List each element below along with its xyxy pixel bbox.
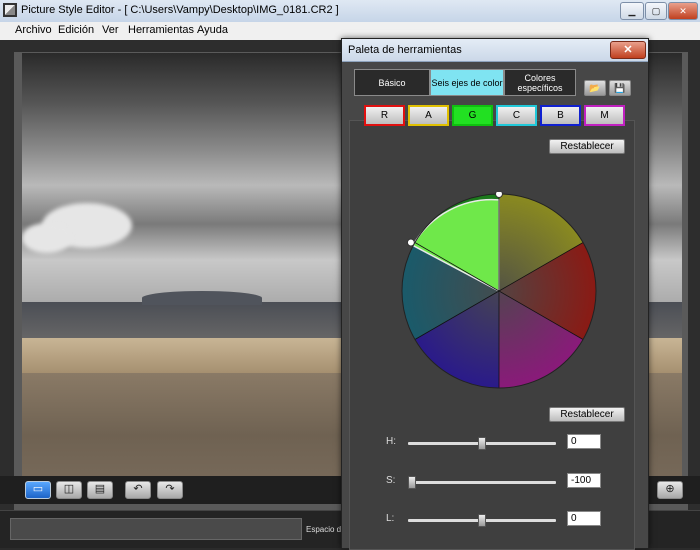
palette-body: Básico Seis ejes de color Colores especí… (342, 62, 648, 550)
color-button-label: C (512, 110, 521, 121)
rotate-left-button[interactable]: ↶ (125, 481, 151, 499)
split-view-icon: ◫ (63, 483, 75, 495)
maximize-button[interactable]: ▢ (645, 2, 667, 20)
status-field (10, 518, 302, 540)
app-logo-icon (3, 3, 17, 17)
photo-sky (648, 53, 682, 329)
color-button-label: B (557, 110, 564, 121)
saturation-value-field[interactable] (567, 473, 601, 488)
palette-titlebar: Paleta de herramientas ✕ (342, 39, 648, 62)
photo-mountain-peak (142, 291, 262, 305)
color-button-b[interactable]: B (540, 105, 581, 126)
palette-close-button[interactable]: ✕ (610, 41, 646, 59)
photo-field (648, 337, 682, 374)
horizontal-view-icon: ▤ (94, 483, 106, 495)
wheel-handle-left[interactable] (406, 238, 415, 247)
window-title: Picture Style Editor - [ C:\Users\Vampy\… (21, 4, 339, 16)
tab-label: Básico (378, 77, 406, 88)
single-view-icon: ▭ (32, 483, 44, 495)
window-titlebar: Picture Style Editor - [ C:\Users\Vampy\… (0, 0, 700, 23)
saturation-label: S: (386, 475, 396, 486)
menu-edicion[interactable]: Edición (58, 24, 94, 36)
hue-slider-thumb[interactable] (478, 437, 486, 450)
menu-ayuda[interactable]: Ayuda (197, 24, 228, 36)
close-button[interactable]: ✕ (668, 2, 698, 20)
tab-basico[interactable]: Básico (354, 69, 430, 96)
color-button-r[interactable]: R (364, 105, 405, 126)
palette-title: Paleta de herramientas (348, 44, 462, 56)
tab-seis-ejes-de-color[interactable]: Seis ejes de color (430, 69, 504, 96)
saturation-slider[interactable] (408, 476, 556, 489)
open-folder-icon: 📂 (589, 83, 601, 93)
color-button-m[interactable]: M (584, 105, 625, 126)
view-horizontal-button[interactable]: ▤ (87, 481, 113, 499)
maximize-icon: ▢ (651, 6, 661, 16)
photo-preview-right (648, 53, 682, 498)
color-button-label: M (600, 110, 609, 121)
view-single-button[interactable]: ▭ (25, 481, 51, 499)
minimize-button[interactable]: ▁ (620, 2, 644, 20)
color-button-a[interactable]: A (408, 105, 449, 126)
wheel-handle-top[interactable] (495, 192, 503, 198)
save-file-button[interactable]: 💾 (609, 80, 631, 96)
close-icon: ✕ (679, 6, 687, 16)
luminance-slider[interactable] (408, 514, 556, 527)
luminance-slider-thumb[interactable] (478, 514, 486, 527)
hue-value-field[interactable] (567, 434, 601, 449)
reset-sliders-button[interactable]: Restablecer (549, 407, 625, 422)
color-wheel[interactable] (400, 192, 598, 390)
rotate-right-button[interactable]: ↷ (157, 481, 183, 499)
tab-label: Colores específicos (517, 72, 563, 93)
photo-sky (22, 53, 344, 329)
luminance-label: L: (386, 513, 395, 524)
minimize-icon: ▁ (628, 6, 636, 16)
reset-wheel-button[interactable]: Restablecer (549, 139, 625, 154)
color-button-label: A (425, 110, 432, 121)
zoom-icon: ⊕ (665, 483, 675, 495)
menu-ver[interactable]: Ver (102, 24, 119, 36)
saturation-slider-thumb[interactable] (408, 476, 416, 489)
menu-herramientas[interactable]: Herramientas (128, 24, 194, 36)
hue-slider[interactable] (408, 437, 556, 450)
menu-archivo[interactable]: Archivo (15, 24, 52, 36)
wheel-sectors (401, 193, 597, 389)
zoom-in-button[interactable]: ⊕ (657, 481, 683, 499)
tab-label: Seis ejes de color (431, 77, 503, 88)
load-file-button[interactable]: 📂 (584, 80, 606, 96)
photo-field (22, 337, 344, 374)
photo-cloud (22, 223, 72, 253)
tab-colores-especificos[interactable]: Colores específicos (504, 69, 576, 96)
tool-palette: Paleta de herramientas ✕ Básico Seis eje… (341, 38, 649, 550)
hue-label: H: (386, 436, 396, 447)
color-button-c[interactable]: C (496, 105, 537, 126)
save-icon: 💾 (614, 83, 626, 93)
rotate-left-icon: ↶ (133, 483, 143, 495)
rotate-right-icon: ↷ (165, 483, 175, 495)
luminance-value-field[interactable] (567, 511, 601, 526)
close-icon: ✕ (623, 44, 633, 56)
color-button-g[interactable]: G (452, 105, 493, 126)
photo-preview[interactable] (22, 53, 344, 498)
color-button-label: R (380, 110, 389, 121)
view-split-button[interactable]: ◫ (56, 481, 82, 499)
color-button-label: G (468, 110, 477, 121)
